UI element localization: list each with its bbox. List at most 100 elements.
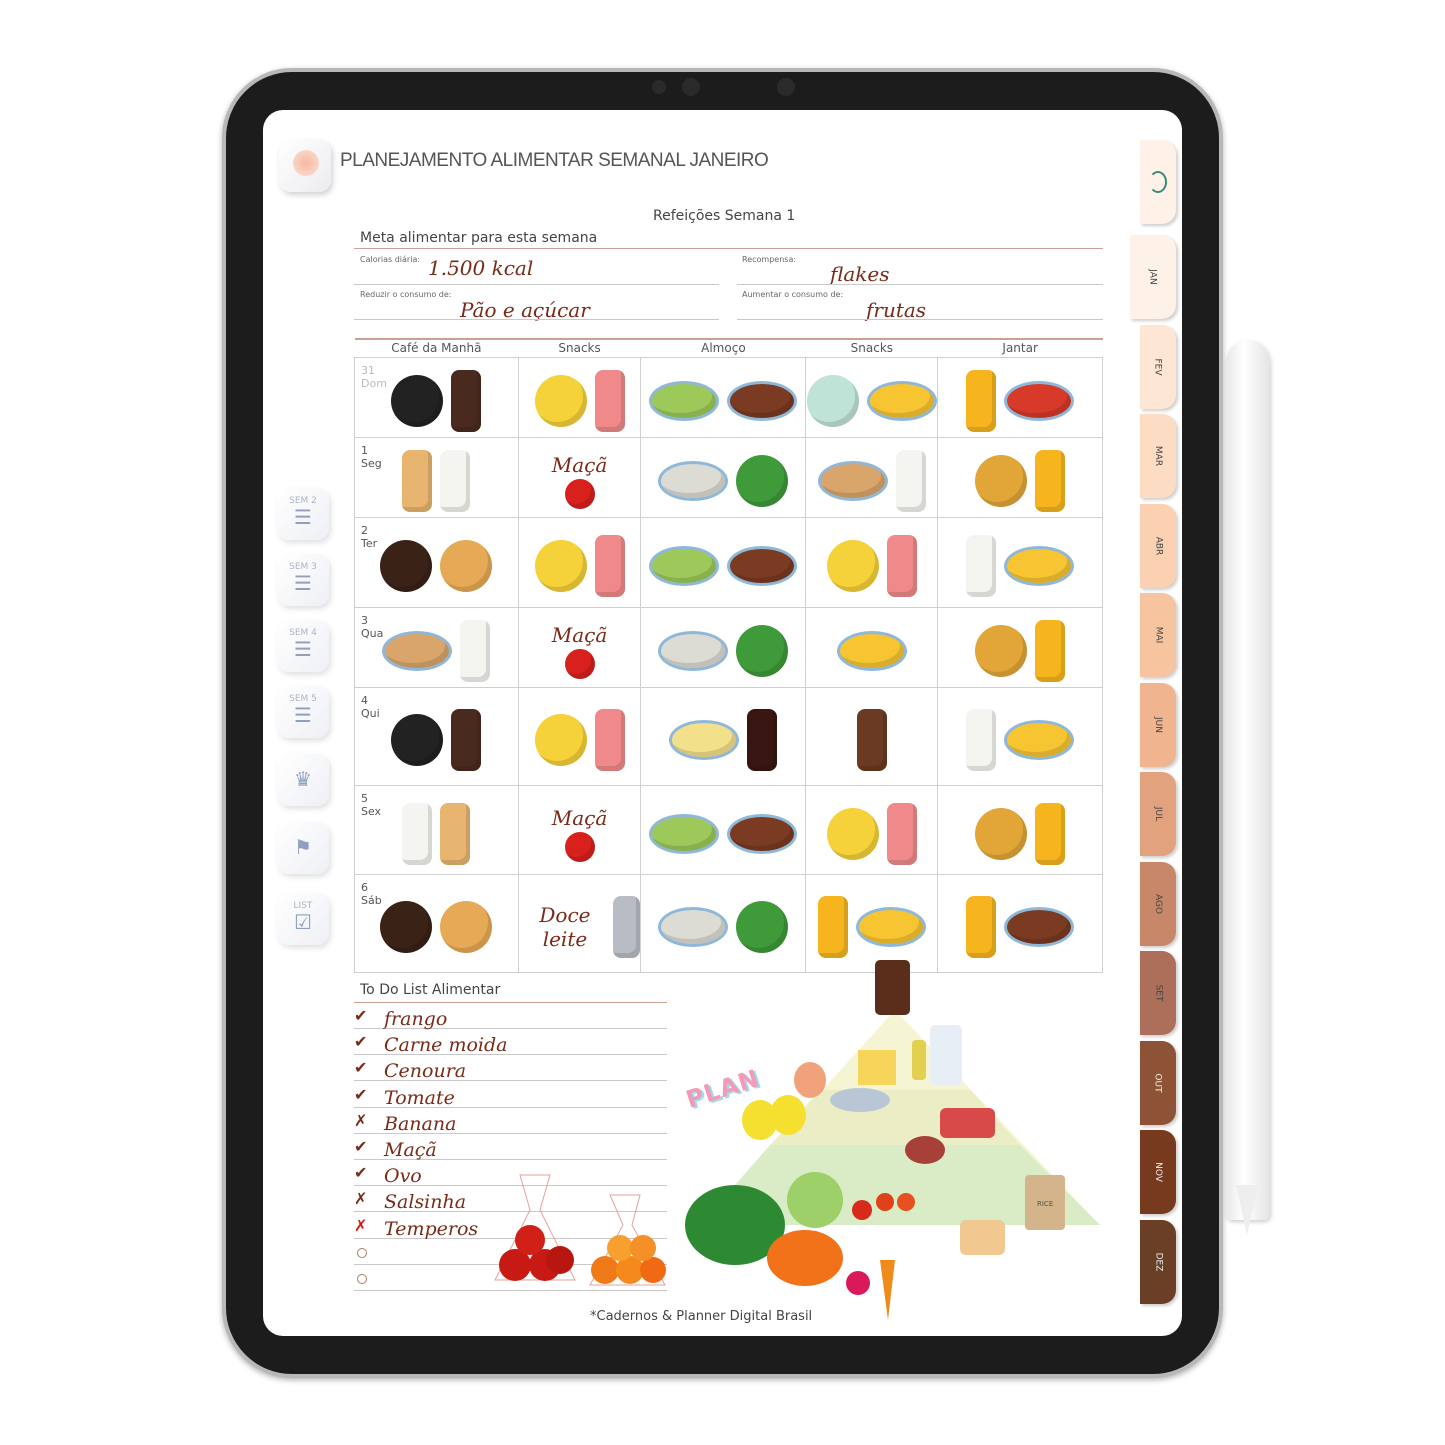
tab-set[interactable]: SET [1140,951,1176,1035]
apple-icon [564,831,595,862]
meal-cell[interactable] [640,436,807,518]
tab-ago[interactable]: AGO [1140,861,1176,946]
milk-glass-icon [440,450,471,512]
meal-cell[interactable]: 4 Qui [354,686,519,786]
food-items [806,518,937,607]
tab-label: FEV [1153,357,1163,376]
meal-cell[interactable] [937,356,1103,438]
meal-cell[interactable] [640,784,807,875]
meal-cell[interactable] [640,686,807,786]
home-app-button[interactable] [279,140,331,192]
meal-cell[interactable] [805,356,939,438]
meal-cell[interactable]: Doce leite [517,873,642,973]
meal-cell[interactable]: Maçã [517,784,642,875]
cutlery-icon: ☰ [294,703,312,727]
meal-cell[interactable] [805,784,939,875]
food-items [641,438,805,517]
todo-item[interactable]: ✔ Tomate [354,1082,667,1109]
logo-tab[interactable] [1140,140,1176,224]
day-label: 31 Dom [361,364,387,390]
sidebar-button-route-flags[interactable]: ⚑ [277,822,329,874]
banana-icon [534,714,587,766]
increase-label: Aumentar o consumo de: [742,290,844,299]
meal-cell[interactable]: 2 Ter [354,516,519,608]
meal-cell[interactable] [937,436,1103,518]
cross-mark-icon[interactable]: ✗ [354,1111,367,1130]
banana-icon [534,540,587,592]
tab-dez[interactable]: DEZ [1140,1219,1176,1304]
meal-cell[interactable] [805,436,939,518]
meal-cell[interactable] [640,356,807,438]
checkmark-icon[interactable]: ✔ [354,1058,367,1077]
meal-cell[interactable] [517,516,642,608]
bubble-tea-icon [886,802,917,865]
meal-cell[interactable] [937,606,1103,688]
checkmark-icon[interactable]: ✔ [354,1032,367,1051]
sidebar-button-sem-5[interactable]: SEM 5 ☰ [277,686,329,738]
meal-cell[interactable] [937,516,1103,608]
sidebar-button-sem-3[interactable]: SEM 3 ☰ [277,554,329,606]
cross-mark-icon[interactable]: ✗ [354,1189,367,1208]
tab-jun[interactable]: JUN [1140,682,1176,767]
meal-cell[interactable]: 6 Sáb [354,873,519,973]
meal-cell[interactable]: 31 Dom [354,356,519,438]
meal-cell[interactable]: 1 Seg [354,436,519,518]
empty-checkbox-icon[interactable] [357,1274,367,1284]
reward-value[interactable]: flakes [830,262,889,286]
meal-cell[interactable] [640,516,807,608]
omelette-plate-icon [1004,546,1075,586]
meal-cell[interactable] [805,606,939,688]
meal-cell[interactable]: 5 Sex [354,784,519,875]
meal-cell[interactable] [640,606,807,688]
tab-label: OUT [1152,1072,1163,1093]
checkmark-icon[interactable]: ✔ [354,1137,367,1156]
checkmark-icon[interactable]: ✔ [354,1163,367,1182]
tab-mar[interactable]: MAR [1140,414,1176,498]
pasta-plate-icon [669,720,740,760]
todo-item[interactable]: ✔ frango [354,1003,667,1030]
sidebar-button-list[interactable]: LIST ☑ [277,893,329,945]
banana-icon [826,807,879,860]
food-items [938,608,1102,687]
tab-jan[interactable]: JAN [1130,235,1176,319]
rice-label: RICE [1037,1200,1054,1208]
meal-cell[interactable] [805,516,939,608]
day-row: 5 Sex Maçã [354,784,1103,875]
empty-checkbox-icon[interactable] [357,1247,367,1258]
meal-cell[interactable] [937,686,1103,786]
meal-cell[interactable] [517,686,642,786]
sidebar-button-chef-hat[interactable]: ♛ [277,754,329,806]
meal-cell[interactable]: 3 Qua [354,606,519,688]
meal-cell[interactable] [937,784,1103,875]
orange-juice-icon [1035,450,1066,512]
tab-nov[interactable]: NOV [1140,1130,1176,1214]
todo-item[interactable]: ✔ Carne moida [354,1029,667,1057]
bread-loaf-icon [440,540,493,592]
todo-item[interactable]: ✔ Cenoura [354,1055,667,1082]
calories-value[interactable]: 1.500 kcal [428,256,533,280]
meal-cell[interactable]: Maçã [517,606,642,688]
logo-icon [1149,171,1167,193]
todo-item-text: Carne moida [384,1034,508,1057]
chocolate-frappe-icon [856,709,887,771]
todo-item[interactable]: ✔ Maçã [354,1134,667,1161]
tab-mai[interactable]: MAI [1140,593,1176,677]
tab-fev[interactable]: FEV [1140,324,1176,409]
sidebar-button-sem-4[interactable]: SEM 4 ☰ [277,620,329,672]
tab-out[interactable]: OUT [1140,1040,1176,1125]
tab-label: AGO [1153,893,1163,914]
tab-abr[interactable]: ABR [1140,503,1176,588]
checkmark-icon[interactable]: ✔ [354,1006,367,1025]
cross-mark-icon[interactable]: ✗ [354,1216,367,1235]
food-items: Maçã [519,438,641,517]
meal-cell[interactable] [517,356,642,438]
tab-jul[interactable]: JUL [1140,772,1176,856]
sidebar-button-sem-2[interactable]: SEM 2 ☰ [277,488,329,540]
todo-item[interactable]: ✗ Banana [354,1108,667,1135]
meal-cell[interactable] [805,686,939,786]
meal-cell[interactable]: Maçã [517,436,642,518]
checkmark-icon[interactable]: ✔ [354,1085,367,1104]
column-header: Café da Manhã [354,338,519,357]
divider [737,284,1103,285]
taco-icon [975,455,1028,507]
